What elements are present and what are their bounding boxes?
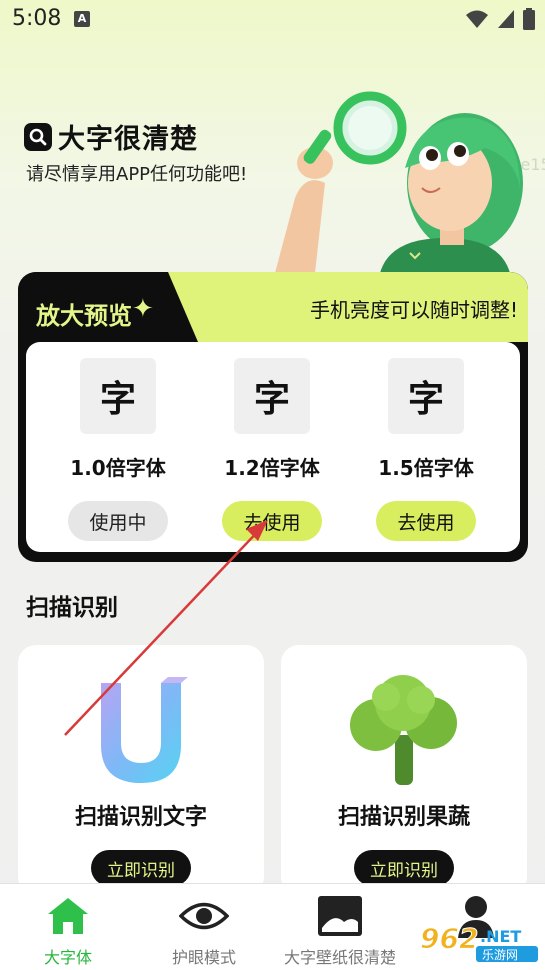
watermark-caption: 乐游网 (482, 948, 518, 962)
scan-produce-button[interactable]: 立即识别 (354, 850, 454, 886)
scan-text-label: 扫描识别文字 (74, 805, 207, 830)
font-options-panel: 字 1.0倍字体 使用中 字 1.2倍字体 去使用 字 1.5倍字体 去使用 (26, 342, 520, 552)
wallpaper-icon (272, 892, 408, 940)
home-icon (0, 892, 136, 940)
font-preview-card: 放大预览 ✦ 手机亮度可以随时调整! 字 1.0倍字体 使用中 字 1.2倍字体… (18, 272, 528, 562)
nav-item-eye-care[interactable]: 护眼模式 (136, 892, 272, 968)
search-logo-icon (24, 122, 52, 151)
sparkle-icon: ✦ (132, 294, 154, 324)
font-option-1-5x: 字 1.5倍字体 去使用 (356, 358, 496, 541)
girl-magnifier-illustration (275, 91, 523, 273)
use-font-button[interactable]: 去使用 (222, 501, 322, 541)
font-glyph: 字 (388, 358, 464, 434)
nav-label: 大字体 (43, 948, 92, 967)
brightness-tip: 手机亮度可以随时调整! (309, 298, 518, 322)
site-watermark: 962 .NET 乐游网 (418, 918, 543, 964)
u-letter-icon (101, 677, 188, 783)
scan-produce-card[interactable]: 扫描识别果蔬 立即识别 (281, 645, 527, 895)
scan-produce-label: 扫描识别果蔬 (337, 805, 470, 830)
font-option-1-0x: 字 1.0倍字体 使用中 (48, 358, 188, 541)
eye-icon (136, 892, 272, 940)
hero-subtitle: 请尽情享用APP任何功能吧! (26, 164, 248, 185)
use-font-button[interactable]: 去使用 (376, 501, 476, 541)
scan-section-title: 扫描识别 (26, 595, 118, 621)
nav-item-large-font[interactable]: 大字体 (0, 892, 136, 968)
watermark-suffix: .NET (480, 927, 521, 946)
font-label: 1.2倍字体 (224, 456, 320, 480)
nav-item-wallpaper[interactable]: 大字壁纸很清楚 (272, 892, 408, 968)
preview-title: 放大预览 (36, 302, 132, 330)
scan-text-button[interactable]: 立即识别 (91, 850, 191, 886)
battery-icon (523, 8, 535, 30)
status-time: 5:08 (12, 6, 62, 31)
scan-text-card[interactable]: 扫描识别文字 立即识别 (18, 645, 264, 895)
font-option-1-2x: 字 1.2倍字体 去使用 (202, 358, 342, 541)
broccoli-icon (350, 675, 457, 785)
in-use-button[interactable]: 使用中 (68, 501, 168, 541)
font-label: 1.5倍字体 (378, 456, 474, 480)
notification-icon: A (74, 11, 90, 27)
font-glyph: 字 (80, 358, 156, 434)
font-glyph: 字 (234, 358, 310, 434)
font-label: 1.0倍字体 (70, 456, 166, 480)
wifi-icon (466, 10, 488, 28)
status-bar: 5:08 A (0, 0, 545, 40)
nav-label: 护眼模式 (171, 948, 236, 967)
hero-title-row: 大字很清楚 (24, 117, 198, 156)
nav-label: 大字壁纸很清楚 (283, 948, 396, 967)
watermark-brand: 962 (420, 922, 478, 955)
hero-title: 大字很清楚 (58, 124, 198, 155)
status-icons (465, 8, 535, 30)
signal-icon (498, 10, 514, 28)
